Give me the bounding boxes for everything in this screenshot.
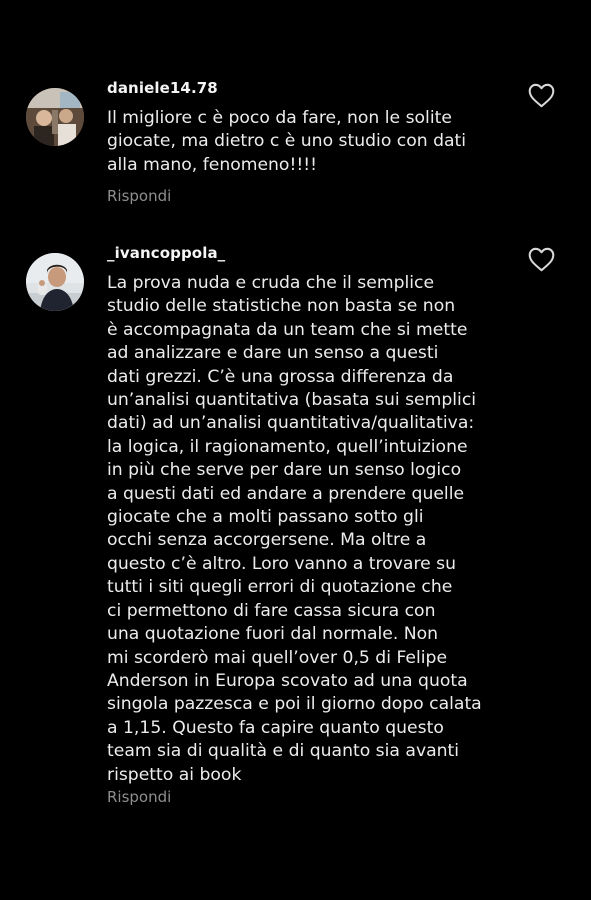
like-button[interactable] — [528, 247, 555, 272]
avatar-photo-icon — [26, 253, 84, 311]
reply-button[interactable]: Rispondi — [107, 788, 171, 806]
comment-text: La prova nuda e cruda che il semplice st… — [107, 273, 482, 785]
heart-outline-icon — [528, 247, 555, 272]
avatar[interactable] — [26, 253, 84, 311]
comment-item: _ivancoppola_ La prova nuda e cruda che … — [0, 0, 591, 900]
username[interactable]: _ivancoppola_ — [107, 244, 225, 262]
